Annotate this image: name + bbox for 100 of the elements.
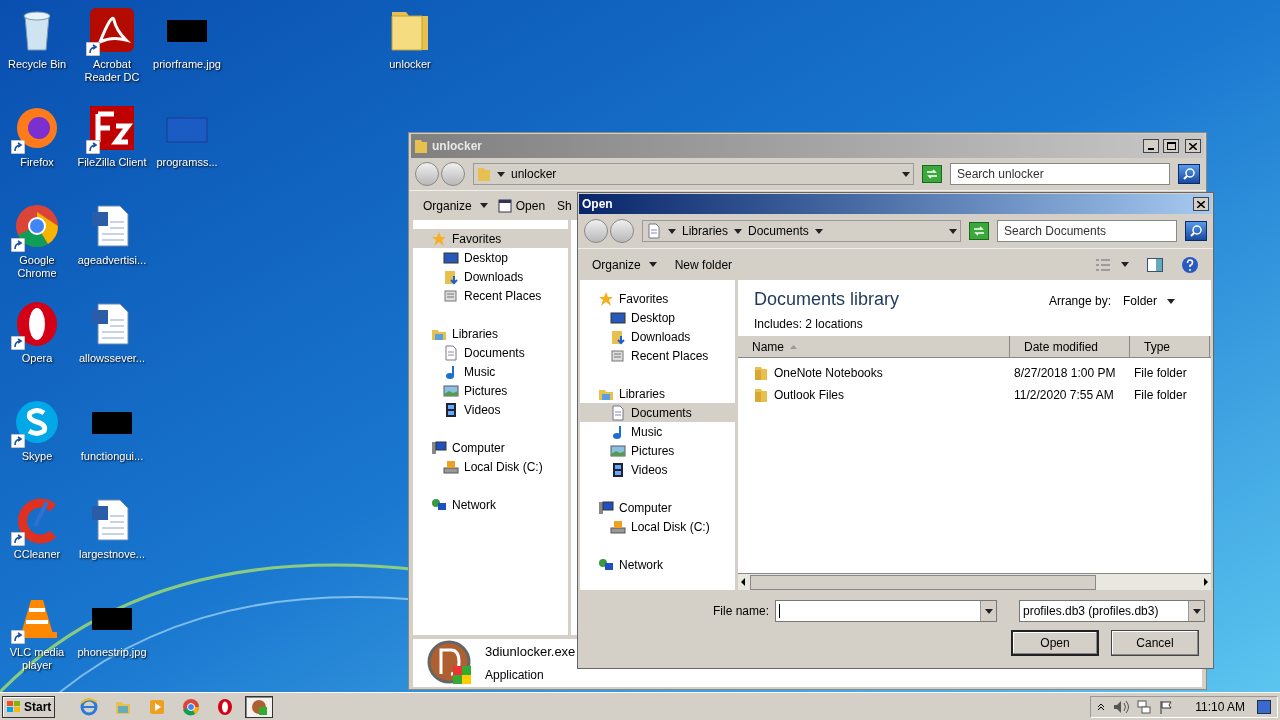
recent-places-icon — [610, 347, 626, 364]
nav-item[interactable]: Favorites — [580, 289, 735, 308]
new-folder-button[interactable]: New folder — [674, 255, 733, 274]
nav-item[interactable]: Videos — [580, 460, 735, 479]
file-row[interactable]: Outlook Files 11/2/2020 7:55 AM File folder — [738, 384, 1211, 406]
nav-item[interactable]: Network — [413, 495, 568, 514]
address-bar[interactable]: Libraries Documents — [642, 220, 961, 242]
breadcrumb[interactable]: Libraries — [682, 222, 729, 240]
document-icon — [443, 344, 459, 361]
nav-item[interactable]: Downloads — [413, 267, 568, 286]
file-row[interactable]: OneNote Notebooks 8/27/2018 1:00 PM File folder — [738, 362, 1211, 384]
folder-icon — [754, 365, 768, 381]
arrange-dropdown[interactable]: Folder — [1123, 292, 1175, 310]
close-button[interactable] — [1185, 139, 1201, 153]
network-icon — [1137, 699, 1152, 714]
organize-button[interactable]: Organize — [419, 196, 492, 215]
desktop-icon-label[interactable]: Recycle Bin — [7, 58, 67, 71]
column-header[interactable]: Name — [738, 336, 1010, 357]
desktop-icon-label[interactable]: ageadvertisi... — [77, 254, 147, 267]
column-header[interactable]: Type — [1130, 336, 1210, 357]
column-header[interactable]: Date modified — [1010, 336, 1130, 357]
folder-icon — [754, 387, 768, 403]
file-name-field[interactable] — [775, 600, 997, 622]
nav-item[interactable]: Local Disk (C:) — [413, 457, 568, 476]
nav-item[interactable]: Desktop — [580, 308, 735, 327]
caret-icon — [902, 171, 910, 177]
desktop-icon-label[interactable]: VLC media player — [0, 646, 74, 672]
cancel-button[interactable]: Cancel — [1111, 630, 1199, 656]
toolbar-button[interactable]: Sh — [557, 196, 572, 215]
nav-item[interactable]: Documents — [413, 343, 568, 362]
nav-item[interactable]: Videos — [413, 400, 568, 419]
desktop-icon-label[interactable]: unlocker — [389, 58, 431, 71]
maximize-icon — [1166, 142, 1176, 150]
nav-item[interactable]: Desktop — [413, 248, 568, 267]
open-button[interactable]: Open — [495, 196, 548, 215]
caret-icon — [984, 608, 993, 614]
organize-button[interactable]: Organize — [592, 255, 657, 274]
computer-icon — [431, 439, 447, 456]
minimize-button[interactable] — [1143, 139, 1159, 153]
nav-item[interactable]: Music — [580, 422, 735, 441]
back-button[interactable] — [415, 162, 439, 186]
refresh-button[interactable] — [922, 165, 942, 183]
browser-icon — [216, 697, 235, 716]
preview-pane-button[interactable] — [1147, 256, 1163, 273]
drive-icon — [443, 458, 459, 475]
film-strip-icon — [610, 461, 626, 478]
star-icon — [431, 230, 447, 247]
nav-item[interactable]: Downloads — [580, 327, 735, 346]
desktop-icon-label[interactable]: Opera — [21, 352, 53, 365]
desktop-icon-label[interactable]: Acrobat Reader DC — [75, 58, 149, 84]
nav-item[interactable]: Network — [580, 555, 735, 574]
back-button[interactable] — [584, 219, 608, 243]
close-icon — [1189, 142, 1197, 150]
desktop-icon-label[interactable]: priorframe.jpg — [153, 58, 221, 71]
desktop-icon-label[interactable]: functiongui... — [80, 450, 144, 463]
view-button[interactable] — [1095, 257, 1129, 272]
nav-item[interactable]: Recent Places — [580, 346, 735, 365]
star-icon — [598, 290, 614, 307]
search-button[interactable] — [1185, 221, 1207, 241]
desktop-icon-label[interactable]: Skype — [21, 450, 53, 463]
nav-item[interactable]: Music — [413, 362, 568, 381]
nav-item[interactable]: Computer — [580, 498, 735, 517]
nav-item[interactable]: Local Disk (C:) — [580, 517, 735, 536]
nav-item[interactable]: Favorites — [413, 229, 568, 248]
desktop-icon-label[interactable]: Google Chrome — [0, 254, 74, 280]
desktop-icon-label[interactable]: CCleaner — [13, 548, 61, 561]
file-type-dropdown[interactable]: profiles.db3 (profiles.db3) — [1019, 600, 1205, 622]
search-field[interactable]: Search unlocker — [950, 163, 1170, 185]
forward-button[interactable] — [610, 219, 634, 243]
desktop-icon-label[interactable]: largestnove... — [78, 548, 145, 561]
address-bar[interactable]: unlocker — [473, 163, 914, 185]
desktop-icon-label[interactable]: Firefox — [20, 156, 54, 169]
nav-item[interactable]: Computer — [413, 438, 568, 457]
taskbar-button[interactable] — [245, 695, 274, 718]
nav-item[interactable]: Pictures — [580, 441, 735, 460]
nav-item[interactable]: Libraries — [413, 324, 568, 343]
breadcrumb[interactable]: Documents — [748, 222, 809, 240]
desktop-icon-label[interactable]: phonestrip.jpg — [77, 646, 147, 659]
horizontal-scrollbar[interactable] — [738, 573, 1211, 590]
desktop-icon-label[interactable]: allowssever... — [79, 352, 145, 365]
nav-item[interactable]: Recent Places — [413, 286, 568, 305]
search-field[interactable]: Search Documents — [997, 220, 1177, 242]
forward-button[interactable] — [441, 162, 465, 186]
nav-item[interactable]: Documents — [580, 403, 735, 422]
open-button[interactable]: Open — [1011, 630, 1099, 656]
shortcut-arrow-icon — [11, 434, 25, 448]
search-button[interactable] — [1178, 164, 1200, 184]
help-button[interactable] — [1181, 255, 1199, 274]
desktop-icon-label[interactable]: FileZilla Client — [77, 156, 147, 169]
close-button[interactable] — [1193, 197, 1209, 211]
window-title: Open — [582, 196, 613, 213]
monitor-icon — [610, 309, 626, 326]
maximize-button[interactable] — [1163, 139, 1179, 153]
refresh-button[interactable] — [969, 222, 989, 240]
nav-item[interactable]: Pictures — [413, 381, 568, 400]
nav-item[interactable]: Libraries — [580, 384, 735, 403]
show-desktop-button[interactable] — [1257, 699, 1271, 714]
start-button[interactable]: Start — [2, 695, 56, 718]
desktop-icon-label[interactable]: programss... — [156, 156, 218, 169]
shortcut-arrow-icon — [11, 336, 25, 350]
